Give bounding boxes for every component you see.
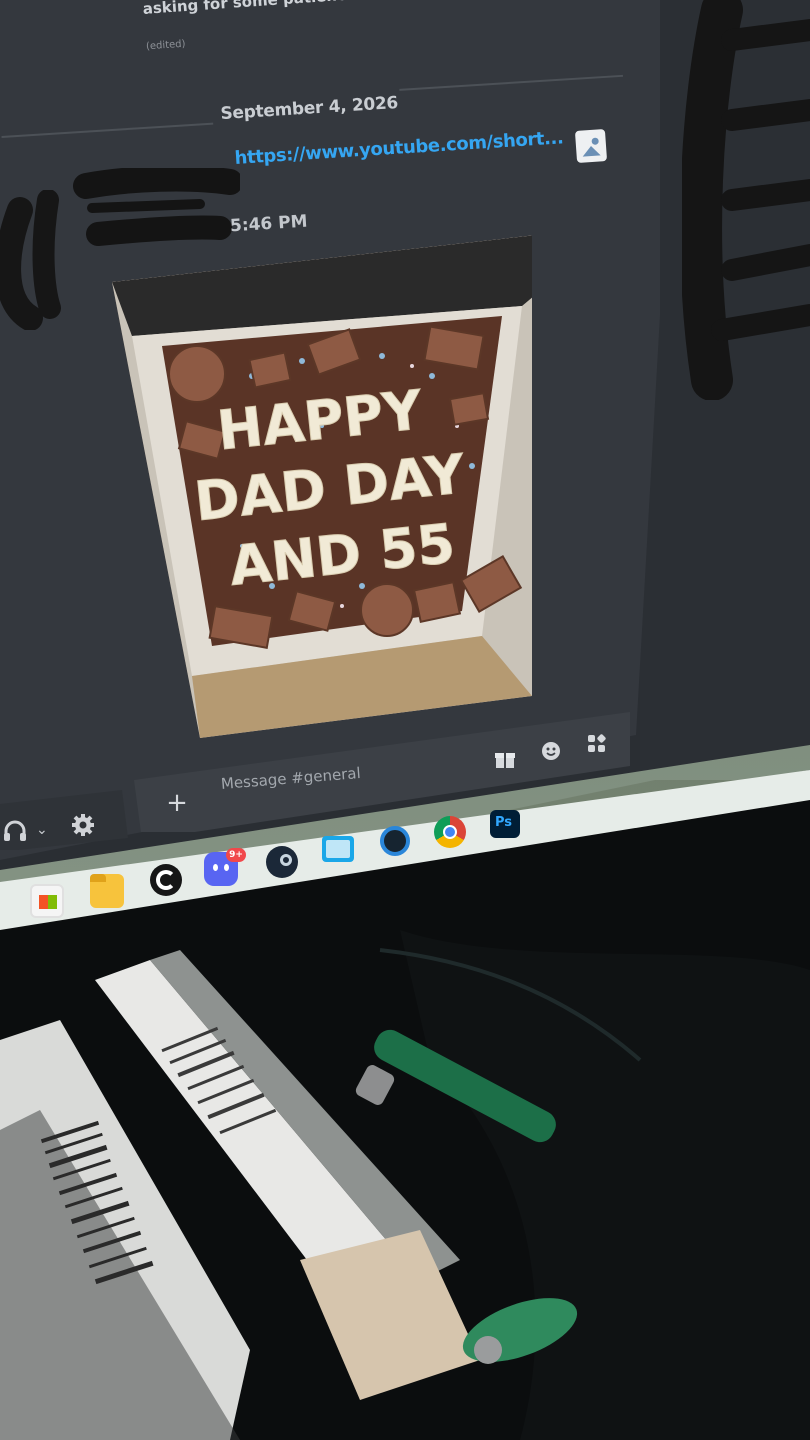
photos-icon[interactable] [322, 836, 354, 862]
desk-scene [0, 930, 810, 1440]
emoji-icon[interactable] [540, 740, 562, 762]
username-redaction [73, 168, 240, 246]
gear-icon[interactable] [70, 812, 96, 838]
discord-badge: 9+ [226, 848, 246, 862]
steam-icon[interactable] [266, 846, 298, 878]
chevron-down-icon[interactable]: ⌄ [36, 822, 48, 838]
photoshop-icon[interactable]: Ps [490, 810, 520, 838]
cortana-icon[interactable] [380, 826, 410, 856]
redaction-scribble [682, 0, 810, 400]
photo-of-monitor: asking for some patience and kindness as… [0, 0, 810, 1440]
folder-icon[interactable] [90, 874, 124, 908]
photoshop-label: Ps [495, 815, 513, 830]
store-icon[interactable] [30, 884, 64, 918]
g-hub-icon[interactable] [150, 864, 182, 896]
headphone-icon[interactable] [2, 820, 28, 842]
chrome-icon[interactable] [434, 816, 466, 848]
image-icon[interactable] [574, 128, 608, 164]
apps-icon[interactable] [586, 733, 608, 755]
gift-icon[interactable] [494, 748, 516, 770]
plus-icon[interactable]: + [164, 790, 190, 816]
